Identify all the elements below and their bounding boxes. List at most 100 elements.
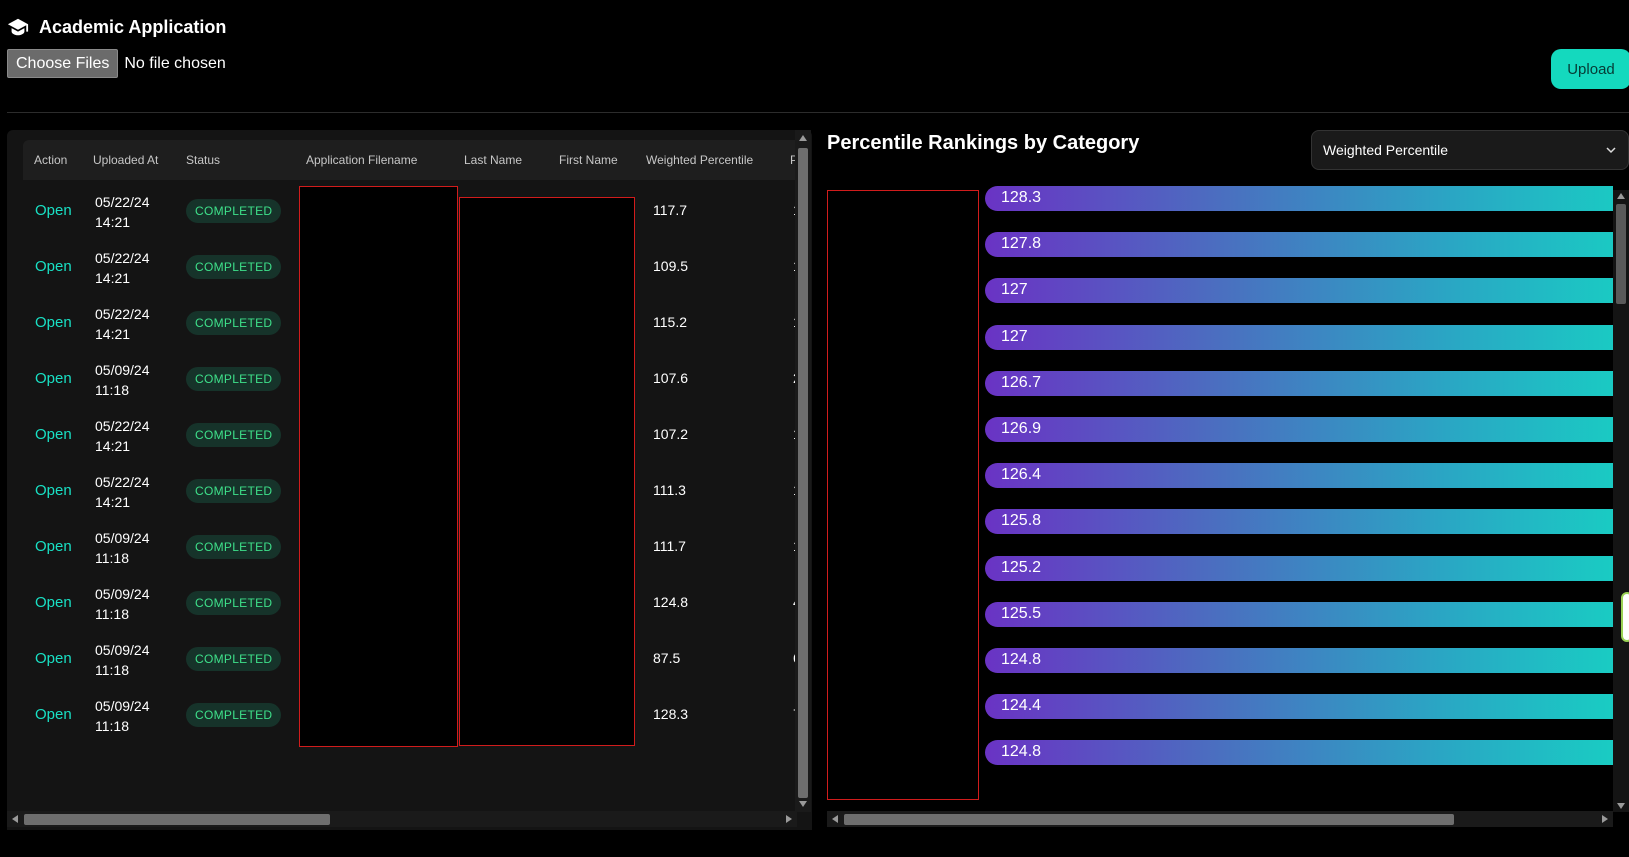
open-link[interactable]: Open (35, 650, 72, 667)
upload-button[interactable]: Upload (1551, 49, 1629, 89)
chart-bar[interactable]: 124.8 (985, 648, 1613, 673)
chart-bar[interactable]: 127 (985, 278, 1613, 304)
uploaded-at: 05/22/24 14:21 (95, 416, 150, 456)
scroll-left-icon[interactable] (12, 815, 18, 823)
metric-select-value: Weighted Percentile (1323, 142, 1449, 158)
open-link[interactable]: Open (35, 258, 72, 275)
chart-vertical-scrollbar[interactable] (1613, 190, 1629, 812)
uploaded-date: 05/22/24 (95, 250, 150, 266)
scroll-down-icon[interactable] (1617, 803, 1625, 809)
chart-bar[interactable]: 125.5 (985, 601, 1613, 627)
column-header-status[interactable]: Status (186, 153, 220, 167)
table-horizontal-scrollbar[interactable] (7, 811, 797, 827)
uploaded-time: 14:21 (95, 214, 131, 230)
weighted-percentile: 109.5 (653, 258, 689, 274)
bar-value-label: 126.9 (1001, 420, 1042, 437)
bar-value-label: 125.8 (1001, 512, 1042, 530)
column-header-uploaded-at[interactable]: Uploaded At (93, 153, 158, 167)
percentile-bar-chart: 128.3 127.8 127 127 126.7 126.9 126.4 125.8 125.… (827, 186, 1613, 804)
open-link[interactable]: Open (35, 594, 72, 611)
status-badge: COMPLETED (186, 591, 282, 615)
chart-bar[interactable]: 125.8 (985, 509, 1613, 535)
uploaded-date: 05/09/24 (95, 698, 150, 714)
open-link[interactable]: Open (35, 706, 72, 723)
chart-horizontal-scrollbar[interactable] (827, 811, 1613, 827)
column-header-last-name[interactable]: Last Name (464, 153, 522, 167)
app-header: Academic Application (7, 14, 226, 40)
app-title: Academic Application (39, 16, 227, 37)
uploaded-date: 05/22/24 (95, 194, 150, 210)
bar-value-label: 124.8 (1001, 651, 1042, 668)
status-badge: COMPLETED (186, 535, 282, 559)
redacted-application-filename (299, 186, 458, 747)
table-vertical-scrollbar[interactable] (795, 130, 811, 812)
chevron-down-icon (1606, 147, 1616, 154)
chart-bar[interactable]: 126.7 (985, 370, 1613, 396)
chart-bar[interactable]: 126.4 (985, 463, 1613, 489)
status-badge: COMPLETED (186, 423, 282, 447)
chart-bar[interactable]: 126.9 (985, 417, 1613, 442)
weighted-percentile: 107.6 (653, 370, 689, 386)
open-link[interactable]: Open (35, 538, 72, 555)
uploaded-date: 05/09/24 (95, 530, 150, 546)
open-link[interactable]: Open (35, 426, 72, 443)
uploaded-date: 05/22/24 (95, 474, 150, 490)
chart-bar[interactable]: 124.8 (985, 740, 1613, 766)
scrollbar-thumb[interactable] (1616, 204, 1626, 304)
scrollbar-thumb[interactable] (798, 148, 808, 798)
uploaded-date: 05/22/24 (95, 418, 150, 434)
choose-files-button[interactable]: Choose Files (7, 49, 119, 78)
scroll-right-icon[interactable] (786, 815, 792, 823)
chart-bar[interactable]: 125.2 (985, 555, 1613, 581)
uploaded-time: 11:18 (95, 606, 129, 622)
scroll-left-icon[interactable] (832, 815, 838, 823)
status-badge: COMPLETED (186, 199, 282, 223)
weighted-percentile: 117.7 (653, 202, 687, 218)
uploaded-at: 05/09/24 11:18 (95, 584, 150, 624)
scroll-up-icon[interactable] (1617, 193, 1625, 199)
status-badge: COMPLETED (186, 367, 282, 391)
open-link[interactable]: Open (35, 482, 72, 499)
bar-value-label: 126.7 (1001, 373, 1042, 391)
scrollbar-thumb[interactable] (24, 814, 330, 825)
status-badge: COMPLETED (186, 647, 282, 671)
bar-value-label: 125.5 (1001, 604, 1042, 622)
scroll-down-icon[interactable] (799, 801, 807, 807)
column-header-weighted-percentile[interactable]: Weighted Percentile (646, 153, 753, 167)
bar-value-label: 128.3 (1001, 189, 1042, 206)
chart-bar[interactable]: 124.4 (985, 694, 1613, 720)
bar-value-label: 124.4 (1001, 697, 1042, 715)
weighted-percentile: 111.7 (653, 538, 686, 554)
uploaded-at: 05/09/24 11:18 (95, 360, 150, 400)
column-header-application-filename[interactable]: Application Filename (306, 153, 417, 167)
uploaded-at: 05/22/24 14:21 (95, 472, 150, 512)
uploaded-at: 05/22/24 14:21 (95, 304, 150, 344)
uploaded-time: 11:18 (95, 550, 129, 566)
scrollbar-thumb[interactable] (844, 814, 1454, 825)
scroll-up-icon[interactable] (799, 135, 807, 141)
scroll-right-icon[interactable] (1602, 815, 1608, 823)
uploaded-date: 05/09/24 (95, 642, 150, 658)
weighted-percentile: 107.2 (653, 426, 689, 442)
column-header-action[interactable]: Action (34, 153, 67, 167)
weighted-percentile: 87.5 (653, 650, 681, 666)
uploaded-time: 14:21 (95, 494, 131, 510)
uploaded-at: 05/09/24 11:18 (95, 696, 150, 736)
open-link[interactable]: Open (35, 370, 72, 387)
uploaded-time: 14:21 (95, 326, 131, 342)
uploaded-at: 05/09/24 11:18 (95, 528, 150, 568)
side-widget-tab[interactable] (1621, 592, 1629, 642)
chart-bar[interactable]: 127 (985, 324, 1613, 350)
chart-bar[interactable]: 128.3 (985, 186, 1613, 211)
uploaded-date: 05/22/24 (95, 306, 150, 322)
column-header-first-name[interactable]: First Name (559, 153, 618, 167)
metric-select[interactable]: Weighted Percentile (1311, 130, 1629, 170)
open-link[interactable]: Open (35, 202, 72, 219)
bar-value-label: 124.8 (1001, 743, 1042, 761)
status-badge: COMPLETED (186, 311, 282, 335)
open-link[interactable]: Open (35, 314, 72, 331)
uploaded-at: 05/22/24 14:21 (95, 248, 150, 288)
chart-bar[interactable]: 127.8 (985, 232, 1613, 258)
weighted-percentile: 111.3 (653, 482, 686, 498)
redacted-category-labels (827, 190, 979, 800)
